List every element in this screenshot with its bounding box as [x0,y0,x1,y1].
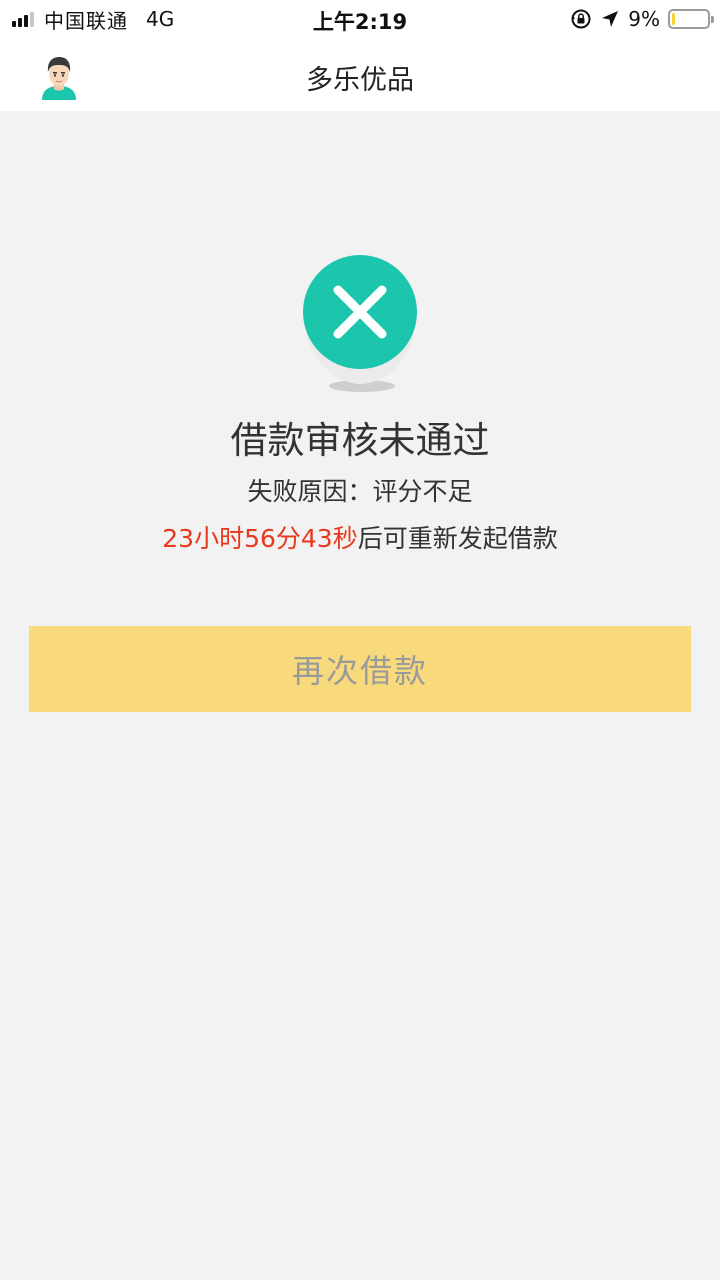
status-bar: 中国联通 4G 上午2:19 9% [0,0,720,40]
battery-level [672,13,675,25]
fail-reason: 失败原因：评分不足 [0,472,720,508]
close-circle-icon [303,255,417,392]
fail-reason-label: 失败原因： [247,477,373,506]
location-arrow-icon [600,9,620,29]
countdown-timer: 23小时56分43秒 [162,524,358,553]
countdown-line: 23小时56分43秒后可重新发起借款 [0,519,720,555]
fail-reason-value: 评分不足 [372,477,473,506]
page-title: 多乐优品 [306,65,414,96]
result-icon [300,252,420,397]
battery-icon [668,9,714,29]
battery-percent: 9% [628,7,660,31]
countdown-suffix: 后可重新发起借款 [357,524,558,553]
result-title: 借款审核未通过 [230,419,490,462]
nav-bar: 多乐优品 [0,40,720,111]
rotation-lock-icon [570,8,592,30]
retry-loan-button[interactable]: 再次借款 [29,626,691,712]
status-right: 9% [570,6,714,32]
